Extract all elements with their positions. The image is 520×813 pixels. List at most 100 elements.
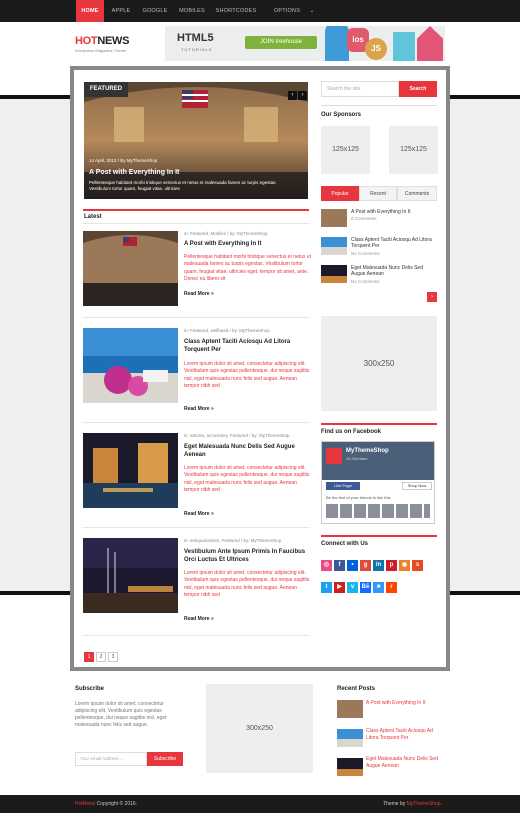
copyright-brand[interactable]: HotNews <box>75 801 95 807</box>
post-title[interactable]: Class Aptent Taciti Aciosqu Ad Litora To… <box>184 338 314 354</box>
post-thumbnail[interactable] <box>83 231 178 306</box>
nav-item-options-panel[interactable]: OPTIONS PANEL <box>264 0 310 36</box>
recent-post-thumbnail[interactable] <box>337 729 363 747</box>
popular-next-icon[interactable]: › <box>427 292 437 302</box>
post-title[interactable]: A Post with Everything In It <box>184 240 314 248</box>
popular-title[interactable]: Eget Malesuada Nunc Delis Sed Augue Aene… <box>351 265 437 277</box>
pagination: 123 <box>84 645 120 663</box>
popular-thumbnail[interactable] <box>321 237 347 255</box>
post-excerpt: Lorem ipsum dolor sit amet, consectetur … <box>184 465 310 494</box>
facebook-like-button[interactable]: Like Page <box>326 482 360 490</box>
post-title[interactable]: Vestibulum Ante Ipsum Primis In Faucibus… <box>184 548 314 564</box>
popular-title[interactable]: A Post with Everything In It <box>351 209 437 215</box>
page-button-3[interactable]: 3 <box>108 652 118 662</box>
logo-hot: HOT <box>75 35 98 47</box>
slide-title[interactable]: A Post with Everything In It <box>89 169 179 176</box>
recent-post-title[interactable]: Eget Malesuada Nunc Delis Sed Augue Aene… <box>366 756 446 769</box>
read-more-link[interactable]: Read More » <box>184 406 214 412</box>
reddit-icon[interactable]: r <box>386 582 397 593</box>
banner-title: HTML5 <box>177 32 214 44</box>
search-button[interactable]: Search <box>399 81 437 97</box>
slider-prev-icon[interactable]: ‹ <box>288 91 297 100</box>
sidebar-ad-300x250[interactable]: 300x250 <box>321 316 437 411</box>
read-more-link[interactable]: Read More » <box>184 511 214 517</box>
subscribe-email-input[interactable]: Your email Address... <box>75 752 147 766</box>
popular-count: 8 Comments <box>351 216 377 221</box>
slide-excerpt: Pellentesque habitant morbi tristique se… <box>89 180 277 191</box>
post-thumbnail[interactable] <box>83 433 178 508</box>
popular-thumbnail[interactable] <box>321 265 347 283</box>
page-button-2[interactable]: 2 <box>96 652 106 662</box>
slider-arrows: ‹ › <box>287 83 307 101</box>
facebook-shop-button[interactable]: Shop Now <box>402 482 432 490</box>
site-header: HOTNEWS Wordpress Magazine Theme HTML5 T… <box>0 22 520 66</box>
theme-credit: Theme by MyThemeShop. <box>383 795 442 813</box>
slider-next-icon[interactable]: › <box>298 91 307 100</box>
banner-shape-teal <box>393 32 415 61</box>
nav-item-shortcodes[interactable]: SHORTCODES <box>214 0 258 22</box>
popular-count: No Comments <box>351 251 380 256</box>
tab-comments[interactable]: Comments <box>397 186 437 201</box>
facebook-widget[interactable]: MyThemeShop 43,344 likes Like Page Shop … <box>321 441 435 524</box>
vimeo-icon[interactable]: v <box>347 582 358 593</box>
post-divider <box>83 422 309 423</box>
read-more-link[interactable]: Read More » <box>184 616 214 622</box>
google-plus-icon[interactable]: g <box>360 560 371 571</box>
post-meta: in: antiquarianism, Featured / by: MyThe… <box>184 538 282 543</box>
facebook-page-name[interactable]: MyThemeShop <box>346 448 389 454</box>
sponsor-ad-2[interactable]: 125x125 <box>389 126 438 174</box>
youtube-icon[interactable]: ▶ <box>334 582 345 593</box>
subscribe-text: Lorem ipsum dolor sit amet, consectetur … <box>75 701 183 729</box>
stumbleupon-icon[interactable]: s <box>412 560 423 571</box>
banner-house-shape <box>417 26 443 61</box>
nav-item-google[interactable]: GOOGLE <box>140 0 170 22</box>
latest-underline <box>83 223 309 224</box>
recent-post-title[interactable]: Class Aptent Taciti Aciosqu Ad Litora To… <box>366 728 446 741</box>
read-more-link[interactable]: Read More » <box>184 291 214 297</box>
post-title[interactable]: Eget Malesuada Nunc Delis Sed Augue Aene… <box>184 443 314 459</box>
recent-post-title[interactable]: A Post with Everything In It <box>366 700 446 707</box>
behance-icon[interactable]: Bē <box>360 582 371 593</box>
subscribe-text-post: pellentesque, dui neque sagittis nisl, e… <box>75 715 167 728</box>
recent-post-thumbnail[interactable] <box>337 700 363 718</box>
theme-by-period: . <box>440 801 442 807</box>
post-thumbnail[interactable] <box>83 328 178 403</box>
recent-post-thumbnail[interactable] <box>337 758 363 776</box>
tab-popular[interactable]: Popular <box>321 186 359 201</box>
nav-item-mobiles[interactable]: MOBILES <box>175 0 209 22</box>
facebook-icon[interactable]: f <box>334 560 345 571</box>
subscribe-text-pre: Lorem ipsum dolor sit amet, consectetur … <box>75 701 164 714</box>
sidebar-tabs: Popular Recent Comments <box>321 186 437 201</box>
header-banner-ad[interactable]: HTML5 TUTORIALS JOIN treehouse ios JS <box>165 26 445 61</box>
rss-icon[interactable]: ◉ <box>399 560 410 571</box>
post-thumbnail[interactable] <box>83 538 178 613</box>
twitter-icon[interactable]: t <box>321 582 332 593</box>
sidebar-divider <box>321 105 437 106</box>
tab-recent[interactable]: Recent <box>359 186 397 201</box>
linkedin-icon[interactable]: in <box>373 560 384 571</box>
banner-subtitle: TUTORIALS <box>181 47 213 52</box>
banner-cta[interactable]: JOIN treehouse <box>245 36 317 49</box>
logo-news: NEWS <box>97 35 130 47</box>
popular-thumbnail[interactable] <box>321 209 347 227</box>
sponsor-ad-1[interactable]: 125x125 <box>321 126 370 174</box>
search-input[interactable]: Search the site <box>321 81 399 97</box>
flickr-icon[interactable]: • <box>347 560 358 571</box>
pinterest-icon[interactable]: p <box>386 560 397 571</box>
nav-item-home[interactable]: HOME <box>76 0 104 22</box>
theme-by-link[interactable]: MyThemeShop <box>407 801 441 807</box>
delicious-icon[interactable]: ■ <box>373 582 384 593</box>
nav-item-apple[interactable]: APPLE <box>108 0 134 22</box>
copyright: HotNews Copyright © 2016. <box>75 795 137 813</box>
footer-ad-300x250[interactable]: 300x250 <box>206 684 313 773</box>
popular-title[interactable]: Class Aptent Taciti Aciosqu Ad Litora To… <box>351 237 437 249</box>
site-logo[interactable]: HOTNEWS <box>75 35 129 47</box>
top-navigation: HOME APPLE GOOGLE MOBILES SHORTCODES OPT… <box>0 0 520 36</box>
dribbble-icon[interactable]: ◎ <box>321 560 332 571</box>
subscribe-button[interactable]: Subscribe <box>147 752 183 766</box>
page-button-1[interactable]: 1 <box>84 652 94 662</box>
post-meta: in: Featured, Mobiles / by: MyThemeShop <box>184 231 268 236</box>
widget-divider <box>321 535 437 537</box>
post-excerpt: Lorem ipsum dolor sit amet, consectetur … <box>184 570 310 599</box>
connect-title: Connect with Us <box>321 541 369 547</box>
